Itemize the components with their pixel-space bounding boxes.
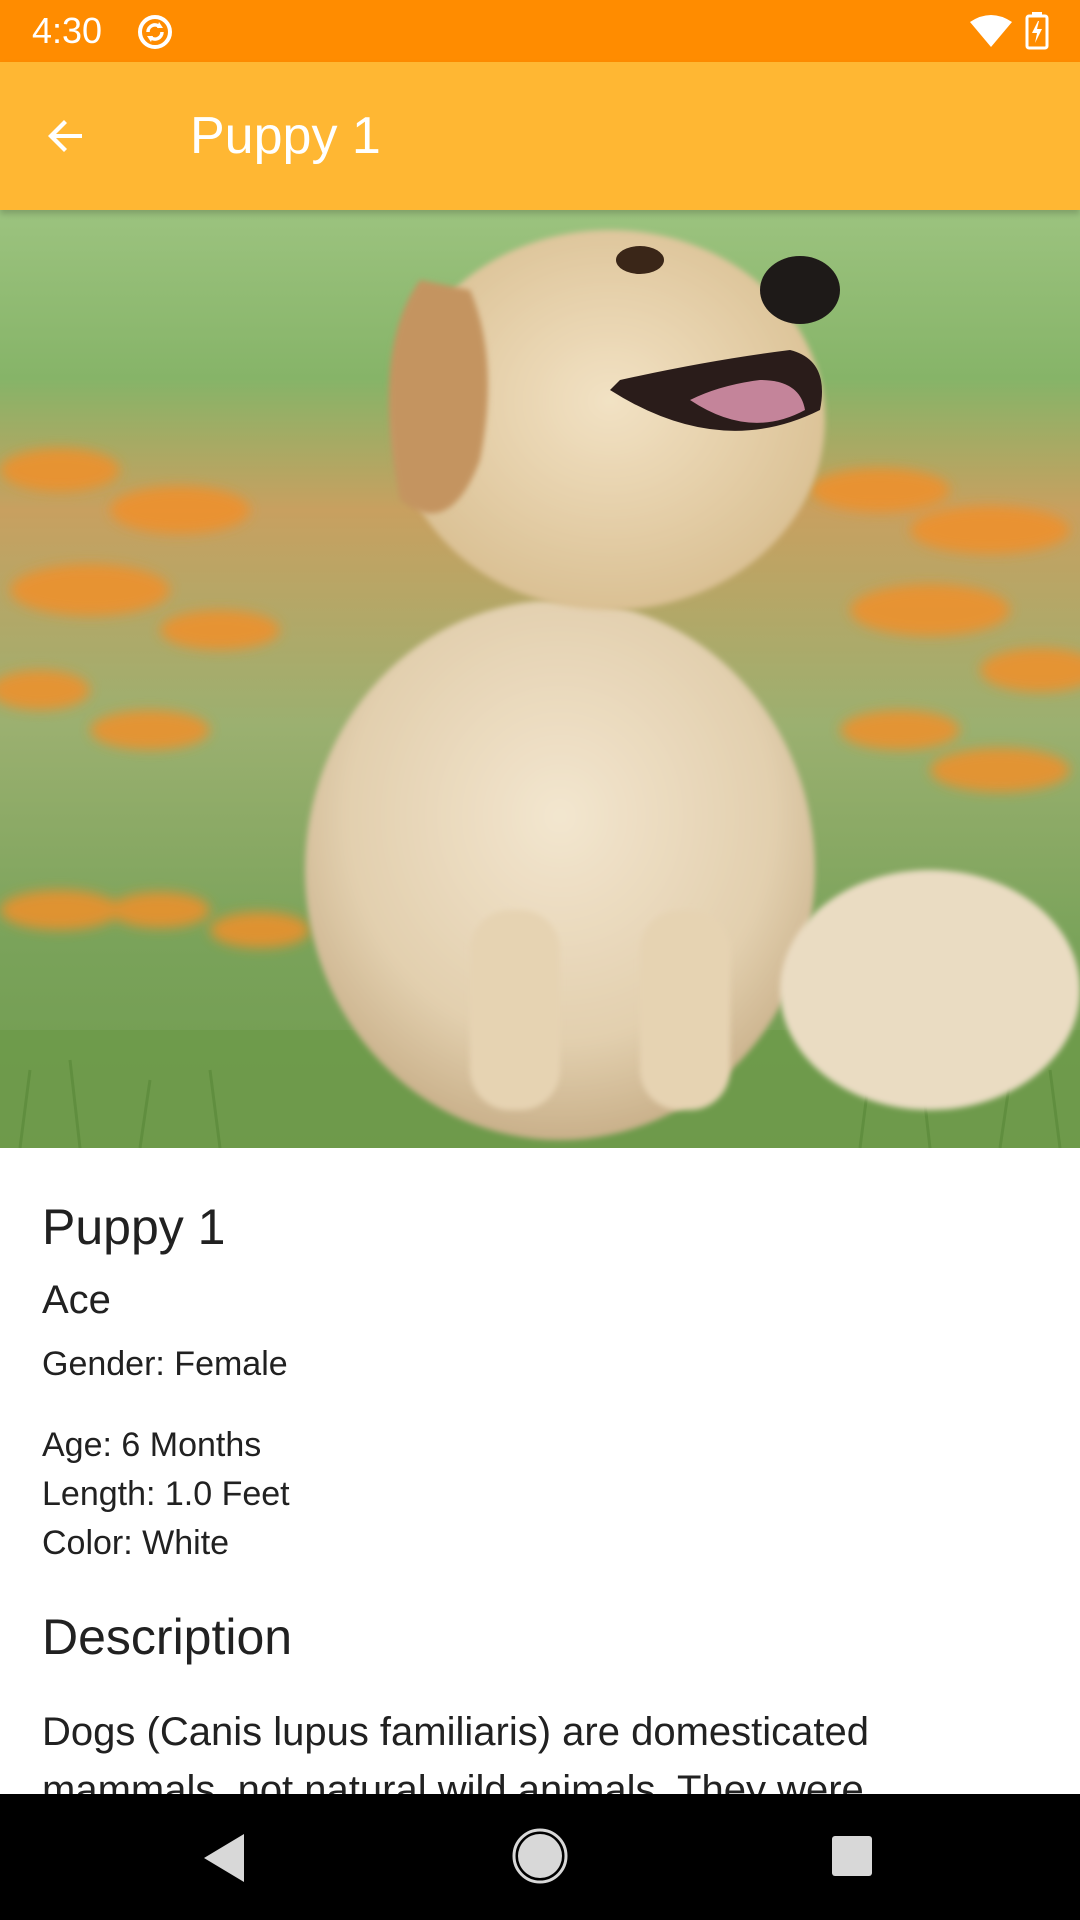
puppy-photo-illustration: [0, 210, 1080, 1148]
system-nav-bar: [0, 1794, 1080, 1920]
nav-home-icon[interactable]: [510, 1826, 570, 1886]
app-bar-title: Puppy 1: [190, 107, 381, 165]
puppy-detail-screen: 4:30 Puppy 1 Puppy 1 Ace Gender: Female …: [0, 0, 1080, 1920]
puppy-length: Length: 1.0 Feet: [42, 1475, 290, 1513]
nav-recents-icon[interactable]: [826, 1830, 882, 1886]
puppy-color: Color: White: [42, 1524, 230, 1562]
app-bar: Puppy 1: [0, 62, 1080, 210]
status-time: 4:30: [32, 10, 103, 51]
puppy-gender: Gender: Female: [42, 1345, 288, 1383]
puppy-name: Ace: [42, 1278, 111, 1322]
sync-icon: [138, 15, 172, 49]
status-bar: 4:30: [0, 0, 1080, 62]
back-button[interactable]: [30, 100, 102, 172]
puppy-title: Puppy 1: [42, 1199, 226, 1255]
nav-back-icon[interactable]: [196, 1830, 256, 1886]
battery-charging-icon: [1025, 12, 1049, 50]
arrow-back-icon: [48, 120, 82, 152]
description-heading: Description: [42, 1609, 293, 1665]
puppy-photo: [0, 210, 1080, 1148]
wifi-icon: [970, 15, 1012, 47]
puppy-age: Age: 6 Months: [42, 1426, 262, 1464]
